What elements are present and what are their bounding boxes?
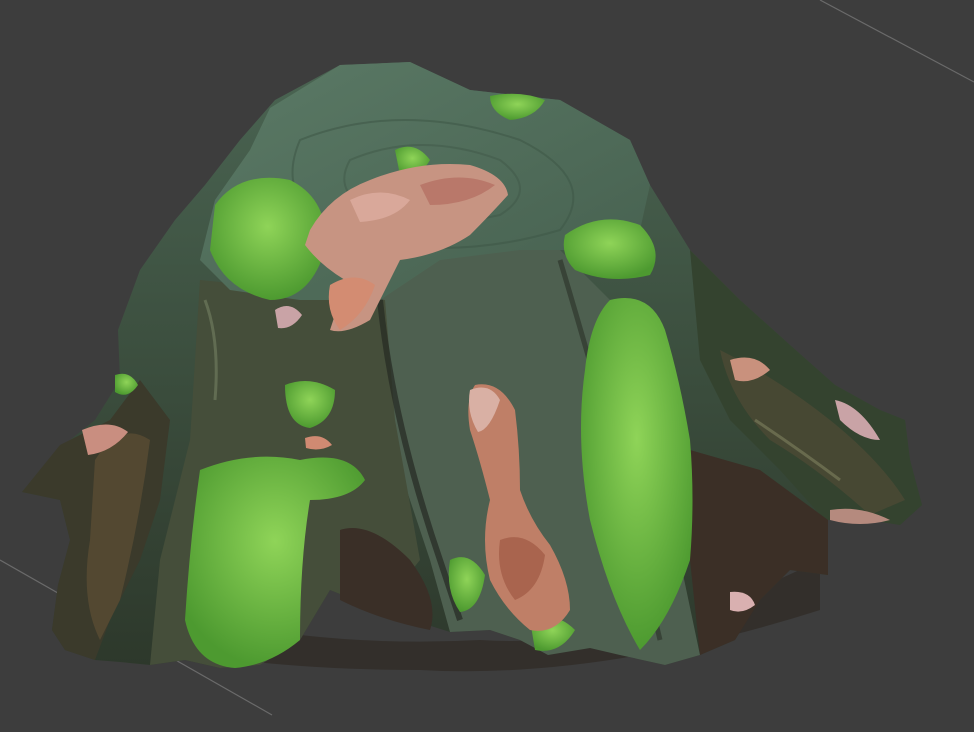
model-render[interactable]: [0, 0, 974, 732]
grid-line: [819, 0, 974, 83]
moss-patch: [563, 219, 656, 279]
3d-viewport[interactable]: [0, 0, 974, 732]
stump-model[interactable]: [22, 62, 922, 672]
